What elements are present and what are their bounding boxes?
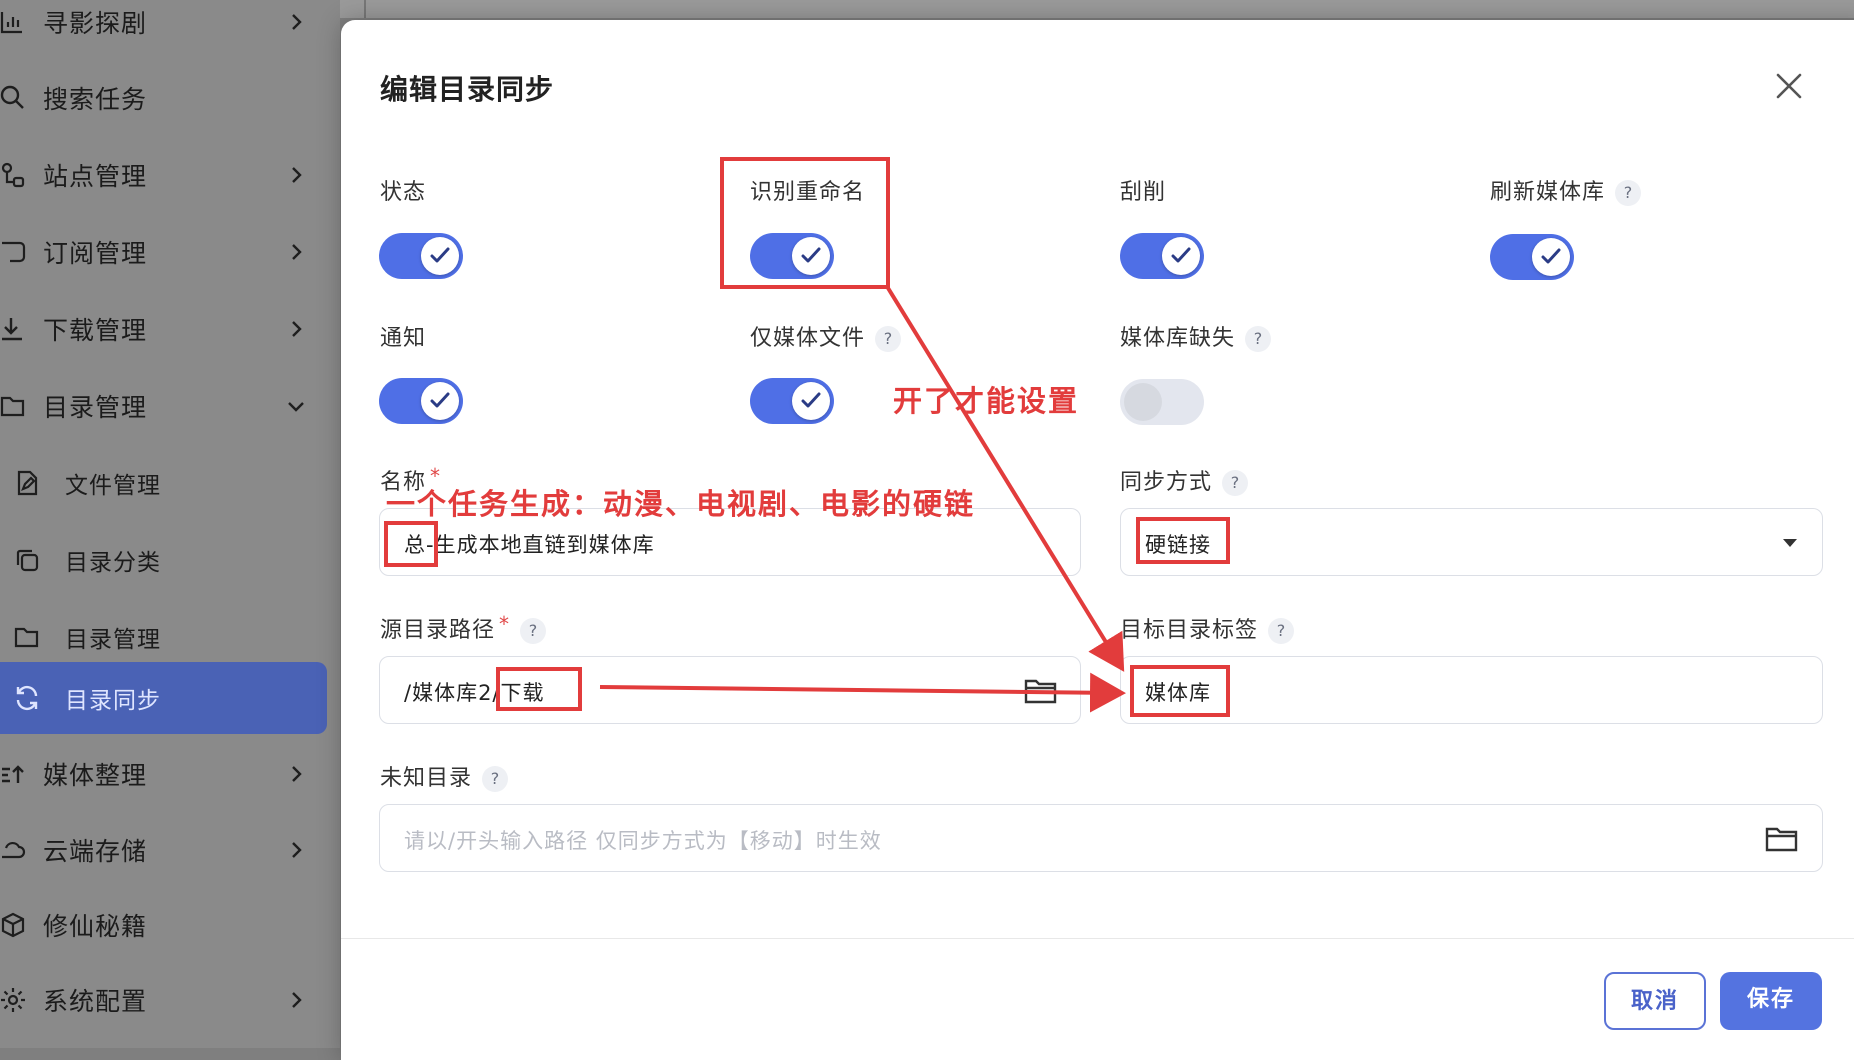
save-button[interactable]: 保存 [1720, 972, 1822, 1030]
target-label-label: 目标目录标签? [1120, 612, 1295, 644]
background-header-strip [340, 0, 1854, 18]
annotation-box-rename [720, 157, 890, 289]
sidebar-item-directory-category[interactable]: 目录分类 [0, 530, 340, 590]
site-network-icon [1, 162, 25, 188]
annotation-box-target-library [1130, 665, 1230, 717]
annotation-box-source-download [496, 667, 582, 711]
sidebar-item-label: 搜索任务 [43, 85, 148, 114]
caret-down-icon [1783, 539, 1797, 547]
sidebar: 寻影探剧 搜索任务 站点管理 订阅管理 下载管理 目录管理 文件管理 目录分类 … [0, 0, 340, 1048]
sidebar-item-label: 目录分类 [65, 550, 161, 576]
chevron-right-icon [292, 244, 302, 260]
sidebar-item-file-management[interactable]: 文件管理 [0, 453, 340, 513]
scrape-label: 刮削 [1120, 180, 1167, 205]
refresh-library-label: 刷新媒体库? [1490, 174, 1642, 206]
chevron-right-icon [292, 842, 302, 858]
sidebar-item-label: 系统配置 [43, 987, 148, 1016]
folder-icon [14, 627, 39, 648]
scrape-toggle[interactable] [1120, 233, 1204, 279]
footer-divider [341, 938, 1854, 939]
sidebar-item-cloud-storage[interactable]: 云端存储 [0, 820, 340, 880]
sidebar-item-label: 目录同步 [65, 688, 161, 714]
sidebar-item-sites[interactable]: 站点管理 [0, 145, 340, 205]
unknown-dir-label: 未知目录? [380, 760, 509, 792]
notify-label: 通知 [380, 326, 427, 351]
media-only-label: 仅媒体文件? [750, 320, 902, 352]
sidebar-item-search-tasks[interactable]: 搜索任务 [0, 68, 340, 128]
help-icon[interactable]: ? [875, 326, 902, 352]
sync-mode-label: 同步方式? [1120, 464, 1249, 496]
media-only-toggle[interactable] [750, 378, 834, 424]
sidebar-item-label: 媒体整理 [43, 761, 148, 790]
status-toggle[interactable] [379, 233, 463, 279]
annotation-note-task: 一个任务生成：动漫、电视剧、电影的硬链 [386, 487, 976, 521]
copy-icon [16, 549, 39, 572]
library-missing-label: 媒体库缺失? [1120, 320, 1272, 352]
cancel-button[interactable]: 取消 [1604, 972, 1706, 1030]
sync-icon [16, 685, 38, 711]
sidebar-item-label: 订阅管理 [43, 239, 148, 268]
help-icon[interactable]: ? [1615, 180, 1642, 206]
chevron-right-icon [292, 992, 302, 1008]
sidebar-item-media-organize[interactable]: 媒体整理 [0, 744, 340, 804]
help-icon[interactable]: ? [482, 766, 509, 792]
file-edit-icon [17, 470, 38, 496]
sidebar-item-label: 目录管理 [65, 627, 161, 653]
help-icon[interactable]: ? [1268, 618, 1295, 644]
cube-icon [1, 912, 25, 938]
download-icon [2, 318, 22, 341]
sidebar-item-discover[interactable]: 寻影探剧 [0, 0, 340, 52]
cloud-icon [2, 841, 26, 859]
sidebar-item-label: 云端存储 [43, 837, 148, 866]
source-path-label: 源目录路径 *? [380, 612, 547, 644]
sidebar-item-label: 站点管理 [43, 162, 148, 191]
check-icon [801, 392, 821, 408]
help-icon[interactable]: ? [1245, 326, 1272, 352]
bar-chart-icon [0, 12, 22, 34]
chevron-right-icon [292, 14, 302, 30]
folder-icon[interactable] [1765, 825, 1799, 853]
check-icon [1171, 247, 1191, 263]
folder-icon[interactable] [1024, 677, 1058, 705]
folder-icon [0, 396, 25, 417]
dialog-title: 编辑目录同步 [380, 73, 555, 106]
check-icon [430, 247, 450, 263]
notify-toggle[interactable] [379, 378, 463, 424]
refresh-library-toggle[interactable] [1490, 234, 1574, 280]
sidebar-item-label: 下载管理 [43, 316, 148, 345]
sidebar-item-label: 文件管理 [65, 473, 161, 499]
sidebar-item-label: 修仙秘籍 [43, 912, 148, 941]
sidebar-item-directory-sync[interactable]: 目录同步 [0, 662, 327, 734]
chevron-down-icon [288, 402, 304, 412]
chevron-right-icon [292, 321, 302, 337]
sidebar-item-cultivation-guide[interactable]: 修仙秘籍 [0, 895, 340, 955]
check-icon [430, 392, 450, 408]
status-label: 状态 [380, 180, 427, 205]
library-missing-toggle[interactable] [1120, 379, 1204, 425]
check-icon [1541, 248, 1561, 264]
name-value: 总-生成本地直链到媒体库 [404, 533, 655, 557]
sidebar-item-system-config[interactable]: 系统配置 [0, 970, 340, 1030]
sidebar-item-label: 目录管理 [43, 393, 148, 422]
help-icon[interactable]: ? [1222, 470, 1249, 496]
search-icon [0, 85, 24, 109]
chevron-right-icon [292, 167, 302, 183]
unknown-dir-placeholder: 请以/开头输入路径 仅同步方式为【移动】时生效 [404, 829, 882, 853]
annotation-note-enable: 开了才能设置 [893, 384, 1080, 418]
gear-icon [1, 988, 25, 1012]
help-icon[interactable]: ? [520, 618, 547, 644]
close-icon[interactable] [1775, 72, 1803, 100]
source-path-input[interactable]: /媒体库2/下载 [379, 656, 1081, 724]
annotation-box-hardlink [1136, 517, 1230, 564]
unknown-dir-input[interactable]: 请以/开头输入路径 仅同步方式为【移动】时生效 [379, 804, 1823, 872]
sort-arrows-icon [2, 765, 24, 783]
chevron-right-icon [292, 766, 302, 782]
annotation-box-name-prefix [384, 521, 438, 567]
sidebar-item-directory-management[interactable]: 目录管理 [0, 607, 340, 667]
sidebar-item-directories[interactable]: 目录管理 [0, 376, 340, 436]
rss-icon [2, 241, 26, 263]
sidebar-item-downloads[interactable]: 下载管理 [0, 299, 340, 359]
sidebar-item-subscriptions[interactable]: 订阅管理 [0, 222, 340, 282]
sidebar-item-label: 寻影探剧 [43, 9, 148, 38]
